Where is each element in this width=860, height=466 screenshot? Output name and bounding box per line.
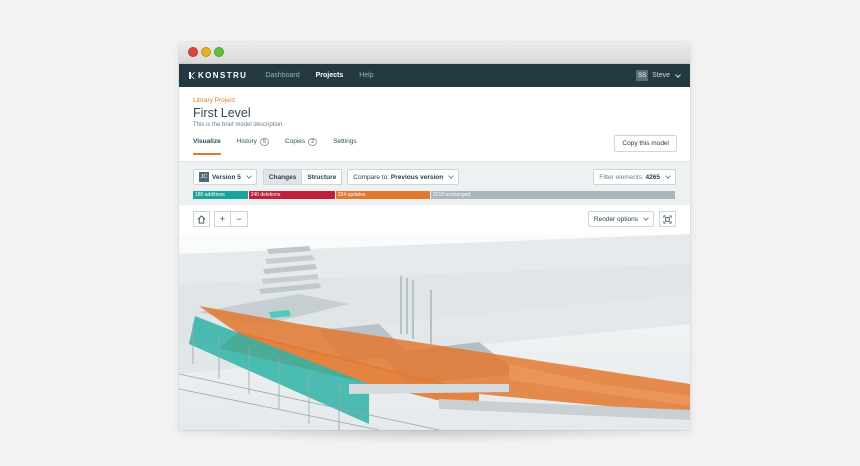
changes-segment-0[interactable]: 180 additions (193, 191, 248, 199)
chevron-down-icon (675, 71, 681, 78)
zoom-in-button[interactable]: + (214, 211, 231, 227)
version-author-badge: JC (199, 172, 209, 182)
user-menu[interactable]: SS Steve (636, 70, 681, 81)
changes-summary-bar: 180 additions 240 deletions 324 updates 321… (193, 191, 676, 199)
version-label: Version 5 (212, 173, 241, 181)
chevron-down-icon (246, 173, 252, 179)
chevron-down-icon (448, 173, 455, 179)
nav-help[interactable]: Help (359, 72, 373, 79)
structure-view-button[interactable]: Structure (302, 169, 343, 185)
page-title: First Level (193, 106, 251, 120)
model-tabs: Visualize History 5 Copies 2 Settings (193, 138, 373, 155)
compare-select[interactable]: Compare to: Previous version (347, 169, 460, 185)
view-mode-toggle: Changes Structure (262, 169, 343, 185)
fit-to-screen-icon (663, 214, 672, 224)
breadcrumb[interactable]: Library Project (193, 97, 676, 104)
tab-history[interactable]: History 5 (237, 138, 269, 155)
user-name: Steve (652, 72, 670, 79)
browser-window: KONSTRU Dashboard Projects Help SS Steve… (179, 42, 690, 430)
compare-toolbar: JC Version 5 Changes Structure Compare t… (179, 161, 690, 205)
compare-value: Previous version (390, 173, 444, 181)
model-description: This is the brief model description. (193, 122, 285, 128)
model-header: Library Project First Level This is the … (179, 87, 690, 161)
copy-model-button[interactable]: Copy this model (614, 135, 677, 152)
render-options-label: Render options (593, 215, 638, 223)
user-avatar: SS (636, 70, 649, 81)
version-select[interactable]: JC Version 5 (193, 169, 257, 185)
changes-segment-1[interactable]: 240 deletions (248, 191, 335, 199)
top-navbar: KONSTRU Dashboard Projects Help SS Steve (179, 64, 690, 87)
history-count-badge: 5 (259, 138, 269, 146)
tab-copies[interactable]: Copies 2 (285, 138, 318, 155)
tab-visualize[interactable]: Visualize (193, 138, 221, 155)
changes-view-button[interactable]: Changes (262, 169, 303, 185)
minimize-window-icon[interactable] (201, 47, 211, 57)
brand-name: KONSTRU (198, 71, 248, 80)
nav-projects[interactable]: Projects (316, 72, 344, 79)
zoom-out-button[interactable]: − (231, 211, 248, 227)
konstru-logo-icon (189, 72, 195, 79)
filter-elements-select[interactable]: Filter elements: 4265 (593, 169, 676, 185)
plus-icon: + (219, 214, 226, 224)
close-window-icon[interactable] (188, 47, 198, 57)
chevron-down-icon (665, 173, 671, 179)
filter-count: 4265 (645, 173, 660, 181)
minus-icon: − (236, 214, 242, 224)
render-options-select[interactable]: Render options (587, 211, 654, 227)
fit-view-button[interactable] (659, 211, 676, 227)
changes-segment-3[interactable]: 3210 unchanged (430, 191, 675, 199)
home-icon (197, 214, 206, 224)
filter-prefix: Filter elements: (599, 173, 644, 181)
3d-model-viewport[interactable] (179, 234, 690, 430)
compare-prefix: Compare to: (353, 173, 390, 181)
viewport-toolbar: + − Render options (179, 205, 690, 237)
window-titlebar (179, 42, 690, 64)
brand-logo[interactable]: KONSTRU (189, 71, 247, 80)
copies-count-badge: 2 (308, 138, 318, 146)
home-view-button[interactable] (193, 211, 210, 227)
tab-settings[interactable]: Settings (333, 138, 357, 155)
nav-dashboard[interactable]: Dashboard (265, 72, 299, 79)
changes-segment-2[interactable]: 324 updates (335, 191, 430, 199)
maximize-window-icon[interactable] (214, 47, 224, 57)
chevron-down-icon (643, 215, 649, 221)
